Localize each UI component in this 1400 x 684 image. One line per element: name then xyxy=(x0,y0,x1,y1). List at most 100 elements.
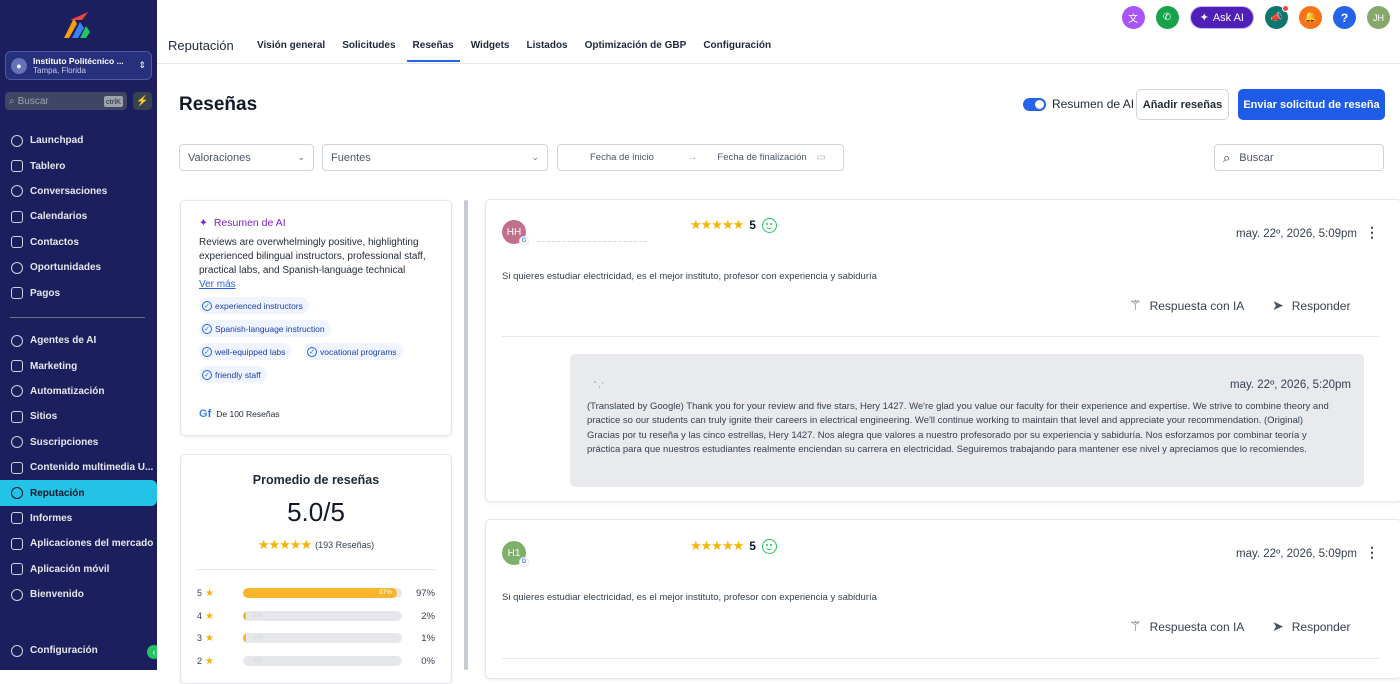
sidebar-item-label: Configuración xyxy=(30,645,98,657)
sidebar-item-label: Marketing xyxy=(30,360,78,372)
sidebar-item-suscripciones[interactable]: Suscripciones xyxy=(0,430,157,455)
dashboard-icon xyxy=(11,160,23,173)
rating-percent: 2% xyxy=(421,610,435,622)
five-stars-icon: ★★★★★ xyxy=(690,538,744,553)
tab-widgets[interactable]: Widgets xyxy=(465,30,516,62)
sidebar-item-pagos[interactable]: Pagos xyxy=(0,280,157,305)
sidebar-item-reputacion[interactable]: Reputación xyxy=(0,480,157,506)
magic-wand-icon: ⚚ xyxy=(1129,297,1142,313)
help-icon[interactable]: ? xyxy=(1333,6,1356,29)
launchpad-icon xyxy=(11,134,23,147)
sidebar-item-marketing[interactable]: Marketing xyxy=(0,353,157,378)
star-icon: ★ xyxy=(205,610,214,622)
ai-summary-toggle[interactable] xyxy=(1023,97,1046,111)
sidebar-item-conversaciones[interactable]: Conversaciones xyxy=(0,179,157,204)
location-switcher[interactable]: ● Instituto Politécnico ... Tampa, Flori… xyxy=(5,51,152,80)
sidebar-item-label: Automatización xyxy=(30,385,105,397)
payments-icon xyxy=(11,287,23,300)
reply-label: Responder xyxy=(1291,619,1351,634)
sidebar-item-contenido[interactable]: Contenido multimedia U... xyxy=(0,455,157,480)
search-input[interactable]: ⌕ Buscar xyxy=(1214,144,1384,171)
average-stars: ★★★★★ (193 Reseñas) xyxy=(181,537,451,553)
send-icon: ➤ xyxy=(1272,618,1284,634)
sidebar-item-label: Reputación xyxy=(30,487,85,499)
ask-ai-label: Ask AI xyxy=(1212,11,1244,24)
sidebar-item-movil[interactable]: Aplicación móvil xyxy=(0,557,157,582)
sidebar-divider xyxy=(10,317,145,318)
sidebar-item-informes[interactable]: Informes xyxy=(0,506,157,531)
ai-summary-title: Resumen de AI xyxy=(213,217,286,229)
start-date-field[interactable]: Fecha de inicio xyxy=(590,152,654,163)
location-name: Instituto Politécnico ... xyxy=(33,56,124,66)
sidebar-item-automatizacion[interactable]: Automatización xyxy=(0,379,157,404)
five-stars-icon: ★★★★★ xyxy=(690,217,744,232)
average-value: 5.0/5 xyxy=(287,497,345,527)
ask-ai-button[interactable]: ✦ Ask AI xyxy=(1189,6,1254,29)
star-icon: ★ xyxy=(205,632,214,644)
translate-icon[interactable]: 文 xyxy=(1121,6,1145,29)
sidebar-item-oportunidades[interactable]: Oportunidades xyxy=(0,255,157,280)
sidebar-item-sitios[interactable]: Sitios xyxy=(0,404,157,429)
sidebar-item-label: Contenido multimedia U... xyxy=(30,462,154,474)
tab-configuracion[interactable]: Configuración xyxy=(697,30,777,62)
tab-optimizacion-gbp[interactable]: Optimización de GBP xyxy=(579,30,693,62)
sites-icon xyxy=(11,410,23,423)
sidebar-search[interactable]: ⌕ Buscar ctrlK xyxy=(5,92,127,110)
ai-reply-button[interactable]: ⚚ Respuesta con IA xyxy=(1129,618,1244,635)
rating-row-2: 2 ★ 0% 0% xyxy=(197,655,435,667)
send-review-request-button[interactable]: Enviar solicitud de reseña xyxy=(1238,89,1385,120)
tab-solicitudes[interactable]: Solicitudes xyxy=(336,30,401,62)
ai-reply-button[interactable]: ⚚ Respuesta con IA xyxy=(1129,297,1244,314)
sources-select[interactable]: Fuentes ⌄ xyxy=(322,144,548,171)
review-card: HH G ★★★★★ 5 may. 22º, 2026, 5:09pm ⋮ Si q… xyxy=(485,199,1400,502)
review-text: Si quieres estudiar electricidad, es el … xyxy=(502,592,877,603)
bell-icon[interactable]: 🔔 xyxy=(1299,6,1322,29)
ratings-select[interactable]: Valoraciones ⌄ xyxy=(179,144,314,171)
shortcut-badge: ctrlK xyxy=(104,95,123,107)
sidebar-item-contactos[interactable]: Contactos xyxy=(0,230,157,255)
sidebar-item-bienvenido[interactable]: Bienvenido xyxy=(0,582,157,607)
calendar-icon xyxy=(11,210,23,223)
tab-resenas[interactable]: Reseñas xyxy=(406,30,460,62)
divider xyxy=(502,658,1379,659)
divider xyxy=(502,336,1379,337)
mobile-icon xyxy=(11,563,23,576)
tab-vision-general[interactable]: Visión general xyxy=(251,30,331,62)
tag-label: Spanish-language instruction xyxy=(215,323,325,334)
reply-button[interactable]: ➤ Responder xyxy=(1272,297,1350,314)
media-icon xyxy=(11,461,23,474)
sidebar-item-calendarios[interactable]: Calendarios xyxy=(0,204,157,229)
review-rating: ★★★★★ 5 xyxy=(690,538,777,554)
sidebar-item-agentes-ai[interactable]: Agentes de AI xyxy=(0,328,157,353)
avatar[interactable]: JH xyxy=(1367,6,1390,29)
contacts-icon xyxy=(11,236,23,249)
quick-action-bolt-icon[interactable]: ⚡ xyxy=(133,92,152,110)
opportunities-icon xyxy=(11,261,23,274)
more-options-icon[interactable]: ⋮ xyxy=(1365,544,1379,561)
module-title: Reputación xyxy=(168,38,234,53)
sidebar-item-launchpad[interactable]: Launchpad xyxy=(0,128,157,153)
chevron-updown-icon: ⇕ xyxy=(138,60,146,70)
sidebar-item-label: Aplicaciones del mercado xyxy=(30,538,154,550)
date-range-picker[interactable]: Fecha de inicio → Fecha de finalización … xyxy=(557,144,844,171)
ai-agents-icon xyxy=(11,334,23,347)
phone-icon[interactable]: ✆ xyxy=(1155,6,1179,29)
add-reviews-button[interactable]: Añadir reseñas xyxy=(1136,89,1229,120)
sidebar-item-configuracion[interactable]: Configuración xyxy=(0,638,157,663)
sidebar-item-tablero[interactable]: Tablero xyxy=(0,153,157,178)
rating-percent: 1% xyxy=(421,632,435,644)
left-panel-scrollbar[interactable] xyxy=(464,200,468,670)
tab-listados[interactable]: Listados xyxy=(521,30,574,62)
see-more-link[interactable]: Ver más xyxy=(199,279,236,290)
marketing-icon xyxy=(11,360,23,373)
info-icon xyxy=(11,588,23,601)
more-options-icon[interactable]: ⋮ xyxy=(1365,224,1379,241)
reply-button[interactable]: ➤ Responder xyxy=(1272,618,1350,635)
automation-icon xyxy=(11,385,23,398)
sidebar-item-aplicaciones[interactable]: Aplicaciones del mercado xyxy=(0,531,157,556)
app-logo xyxy=(64,12,90,38)
end-date-field[interactable]: Fecha de finalización xyxy=(717,152,806,163)
reviewer-initials: HH xyxy=(506,226,522,238)
megaphone-icon[interactable]: 📣 xyxy=(1265,5,1289,29)
check-icon: ✓ xyxy=(202,323,212,334)
